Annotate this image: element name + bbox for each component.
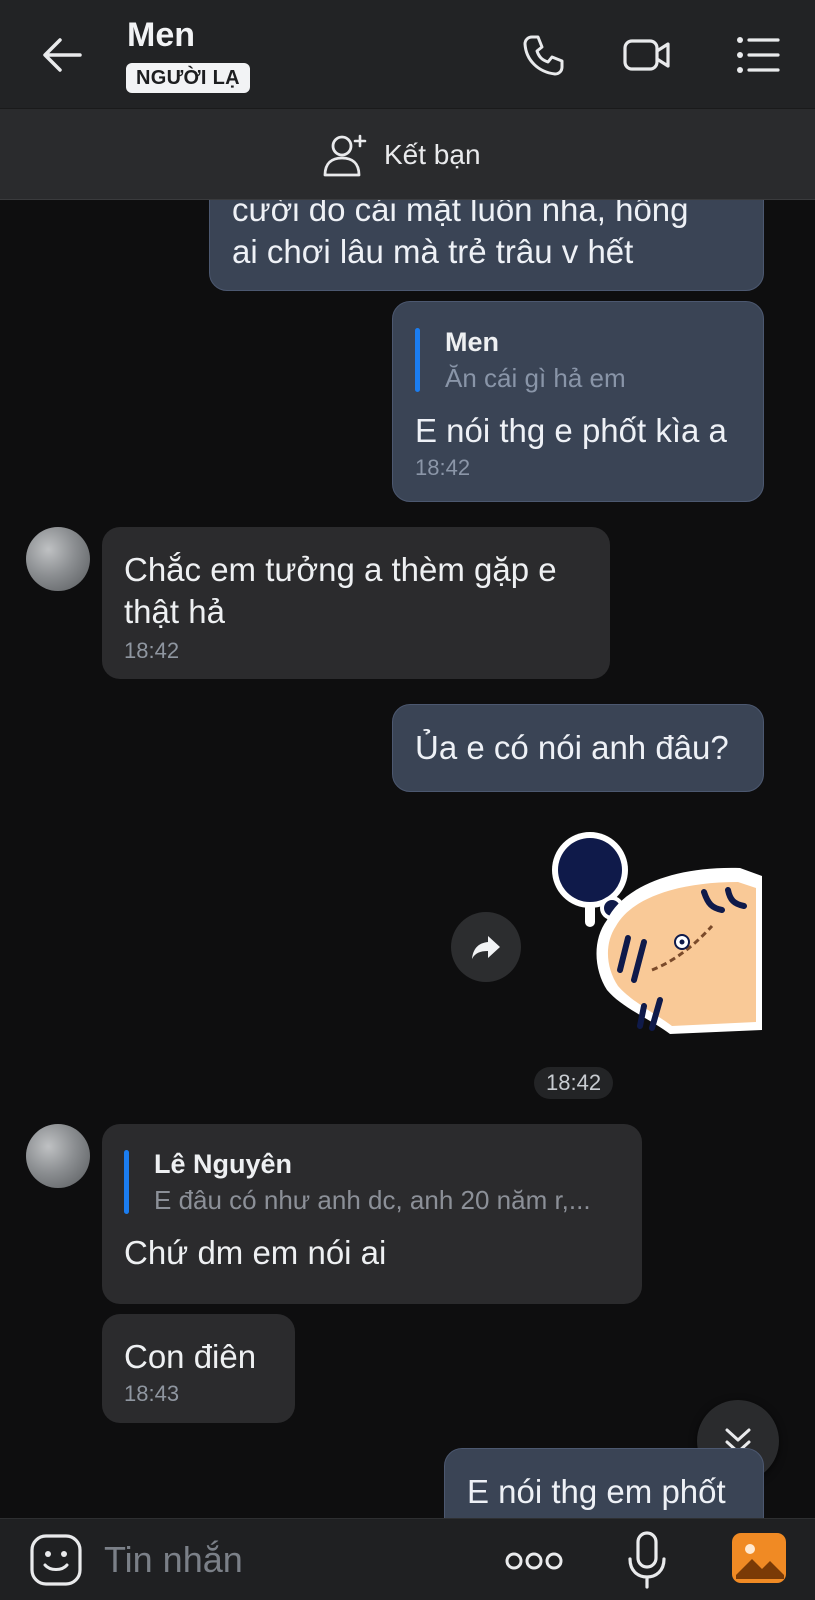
reply-quote[interactable]: Lê Nguyên E đâu có như anh dc, anh 20 nă… <box>124 1146 620 1218</box>
avatar[interactable] <box>26 527 90 591</box>
more-icon[interactable] <box>504 1541 564 1581</box>
chat-header: Men NGƯỜI LẠ <box>0 0 815 108</box>
forward-icon <box>472 936 500 959</box>
message-time: 18:42 <box>415 455 471 480</box>
message-bubble-outgoing[interactable]: Ủa e có nói anh đâu? <box>392 704 764 792</box>
message-list[interactable]: cười do cái mặt luôn nha, hông ai chơi l… <box>0 200 815 1518</box>
message-input-bar: Tin nhắn <box>0 1518 815 1600</box>
message-text: thật hả <box>124 593 225 630</box>
message-text: Ủa e có nói anh đâu? <box>415 729 729 766</box>
quote-author: Men <box>445 327 499 357</box>
message-text: E nói thg e phốt kìa a <box>415 412 727 449</box>
add-user-icon <box>323 134 367 177</box>
back-arrow-icon[interactable] <box>38 30 88 80</box>
phone-icon[interactable] <box>518 30 568 80</box>
time-separator: 18:42 <box>534 1067 614 1099</box>
message-text: Chắc em tưởng a thèm gặp e <box>124 551 557 588</box>
add-friend-bar[interactable]: Kết bạn <box>0 108 815 200</box>
sticker[interactable] <box>532 830 767 1036</box>
message-text: ai chơi lâu mà trẻ trâu v hết <box>232 233 634 270</box>
message-bubble-incoming[interactable]: Con điên 18:43 <box>102 1314 295 1423</box>
video-icon[interactable] <box>622 30 672 80</box>
quote-text: Ăn cái gì hả em <box>445 363 626 393</box>
message-time: 18:42 <box>124 638 180 663</box>
message-text: Con điên <box>124 1338 257 1375</box>
contact-name[interactable]: Men <box>127 16 195 55</box>
list-menu-icon[interactable] <box>734 30 784 80</box>
emoji-icon[interactable] <box>29 1533 83 1587</box>
message-text: Chứ dm em nói ai <box>124 1234 387 1271</box>
reply-quote[interactable]: Men Ăn cái gì hả em <box>415 324 741 396</box>
image-icon[interactable] <box>730 1529 788 1587</box>
message-bubble-outgoing[interactable]: cười do cái mặt luôn nha, hông ai chơi l… <box>209 200 764 291</box>
message-bubble-incoming[interactable]: Lê Nguyên E đâu có như anh dc, anh 20 nă… <box>102 1124 642 1304</box>
message-text: E nói thg em phốt <box>467 1473 726 1510</box>
avatar[interactable] <box>26 1124 90 1188</box>
message-bubble-outgoing[interactable]: E nói thg em phốt <box>444 1448 764 1518</box>
mic-icon[interactable] <box>624 1529 670 1591</box>
quote-author: Lê Nguyên <box>154 1149 293 1179</box>
add-friend-label: Kết bạn <box>384 139 481 170</box>
stranger-badge: NGƯỜI LẠ <box>126 63 250 93</box>
quote-text: E đâu có như anh dc, anh 20 năm r,... <box>154 1185 591 1215</box>
message-time: 18:43 <box>124 1381 180 1406</box>
message-bubble-incoming[interactable]: Chắc em tưởng a thèm gặp e thật hả 18:42 <box>102 527 610 679</box>
message-text: cười do cái mặt luôn nha, hông <box>232 200 689 228</box>
message-bubble-outgoing[interactable]: Men Ăn cái gì hả em E nói thg e phốt kìa… <box>392 301 764 502</box>
message-input[interactable]: Tin nhắn <box>104 1539 243 1581</box>
forward-button[interactable] <box>451 912 521 982</box>
